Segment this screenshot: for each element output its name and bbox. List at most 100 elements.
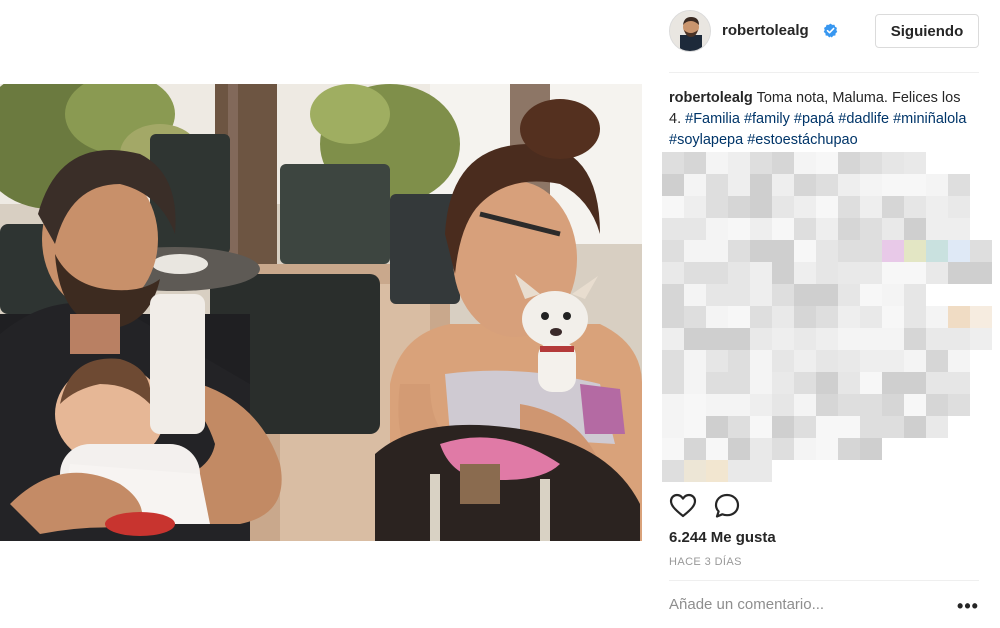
avatar[interactable]: [669, 10, 711, 52]
pixel-block: [728, 262, 750, 284]
pixel-block: [662, 350, 684, 372]
pixel-block: [904, 350, 926, 372]
pixel-block: [728, 152, 750, 174]
caption-username[interactable]: robertolealg: [669, 90, 753, 106]
pixel-block: [860, 438, 882, 460]
post-sidebar: robertolealg Siguiendo robertolealg Toma…: [656, 0, 1000, 628]
pixel-block: [816, 262, 838, 284]
pixel-block: [750, 152, 772, 174]
hashtag-link[interactable]: #papá: [794, 111, 834, 127]
instagram-post: robertolealg Siguiendo robertolealg Toma…: [0, 0, 1000, 628]
pixel-block: [882, 196, 904, 218]
pixel-block: [838, 306, 860, 328]
comment-icon[interactable]: [713, 492, 741, 520]
pixel-block: [728, 438, 750, 460]
pixel-block: [772, 218, 794, 240]
pixel-block: [750, 394, 772, 416]
pixel-block: [860, 416, 882, 438]
pixel-block: [904, 328, 926, 350]
pixel-block: [706, 328, 728, 350]
likes-count[interactable]: 6.244 Me gusta: [669, 529, 776, 546]
pixel-block: [816, 284, 838, 306]
pixel-block: [728, 240, 750, 262]
pixel-block: [948, 196, 970, 218]
pixel-block: [706, 350, 728, 372]
pixel-block: [662, 152, 684, 174]
pixel-block: [838, 394, 860, 416]
pixel-block: [750, 196, 772, 218]
pixel-block: [706, 262, 728, 284]
pixel-block: [860, 328, 882, 350]
pixel-block: [684, 152, 706, 174]
pixel-block: [794, 152, 816, 174]
post-header: robertolealg Siguiendo: [656, 0, 980, 64]
pixel-block: [904, 394, 926, 416]
hashtag-link[interactable]: #dadlife: [838, 111, 889, 127]
pixel-block: [750, 438, 772, 460]
pixel-block: [882, 240, 904, 262]
pixel-block: [662, 438, 684, 460]
pixel-block: [772, 350, 794, 372]
pixel-block: [750, 284, 772, 306]
pixel-block: [816, 152, 838, 174]
pixel-block: [662, 328, 684, 350]
pixel-block: [750, 218, 772, 240]
pixel-block: [816, 174, 838, 196]
hashtag-link[interactable]: #family: [744, 111, 790, 127]
pixel-block: [728, 372, 750, 394]
pixel-block: [750, 328, 772, 350]
pixel-block: [750, 372, 772, 394]
pixel-block: [970, 262, 992, 284]
pixel-block: [860, 372, 882, 394]
pixel-block: [794, 196, 816, 218]
pixel-block: [662, 284, 684, 306]
pixel-block: [860, 152, 882, 174]
pixel-block: [706, 152, 728, 174]
pixel-block: [838, 350, 860, 372]
pixel-block: [728, 460, 750, 482]
pixel-block: [684, 262, 706, 284]
pixel-block: [860, 350, 882, 372]
pixel-block: [794, 372, 816, 394]
verified-badge-icon: [823, 23, 838, 38]
pixel-block: [706, 306, 728, 328]
pixel-block: [684, 460, 706, 482]
pixel-block: [904, 240, 926, 262]
pixel-block: [904, 196, 926, 218]
pixel-block: [882, 328, 904, 350]
hashtag-link[interactable]: #Familia: [685, 111, 740, 127]
pixel-block: [838, 240, 860, 262]
pixel-block: [816, 416, 838, 438]
pixel-block: [794, 240, 816, 262]
pixel-block: [794, 394, 816, 416]
pixel-block: [750, 262, 772, 284]
pixel-block: [772, 438, 794, 460]
heart-icon[interactable]: [669, 492, 697, 520]
pixel-block: [926, 372, 948, 394]
pixel-block: [816, 218, 838, 240]
pixel-block: [728, 284, 750, 306]
pixel-block: [948, 306, 970, 328]
pixel-block: [772, 262, 794, 284]
post-timestamp[interactable]: HACE 3 DÍAS: [669, 556, 742, 568]
pixel-block: [948, 262, 970, 284]
more-options-icon[interactable]: •••: [956, 596, 980, 616]
pixel-block: [750, 306, 772, 328]
pixel-block: [772, 240, 794, 262]
pixel-block: [948, 350, 970, 372]
pixel-block: [970, 328, 992, 350]
hashtag-link[interactable]: #miniñalola: [893, 111, 966, 127]
pixel-block: [662, 372, 684, 394]
comment-input[interactable]: Añade un comentario...: [669, 596, 824, 613]
pixel-block: [948, 372, 970, 394]
pixel-block: [904, 306, 926, 328]
hashtag-link[interactable]: #estoestáchupao: [747, 132, 857, 148]
pixel-block: [926, 328, 948, 350]
pixel-block: [662, 218, 684, 240]
post-photo[interactable]: [0, 84, 642, 541]
post-username[interactable]: robertolealg: [722, 22, 809, 39]
following-button[interactable]: Siguiendo: [875, 14, 979, 48]
pixel-block: [684, 174, 706, 196]
hashtag-link[interactable]: #soylapepa: [669, 132, 743, 148]
pixel-block: [860, 394, 882, 416]
